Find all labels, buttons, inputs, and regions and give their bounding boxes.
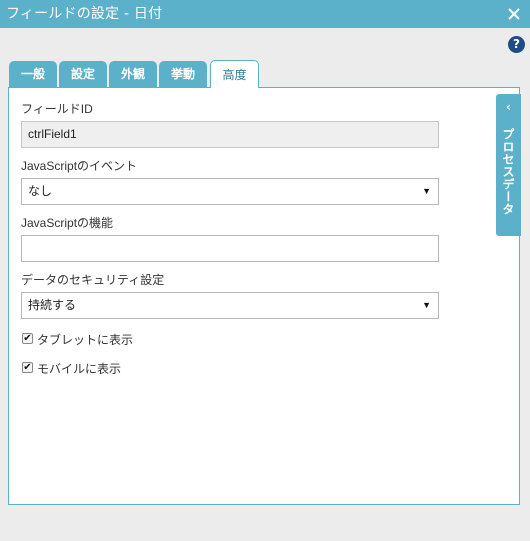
js-event-select[interactable]: なし ▼ xyxy=(21,178,439,205)
tablet-checkbox[interactable]: ✔ xyxy=(22,333,33,344)
tab-behavior[interactable]: 挙動 xyxy=(159,61,207,87)
footer xyxy=(0,515,530,541)
js-event-value: なし xyxy=(28,184,53,198)
security-select[interactable]: 持続する ▼ xyxy=(21,292,439,319)
dropdown-arrow-icon: ▼ xyxy=(422,186,431,196)
field-id-input: ctrlField1 xyxy=(21,121,439,148)
title-bar: フィールドの設定 - 日付 xyxy=(0,0,530,28)
js-function-label: JavaScriptの機能 xyxy=(21,216,114,230)
window-title: フィールドの設定 - 日付 xyxy=(6,6,163,22)
tab-advanced[interactable]: 高度 xyxy=(210,60,259,88)
close-icon[interactable] xyxy=(504,4,524,24)
tab-general[interactable]: 一般 xyxy=(9,61,57,87)
mobile-checkbox[interactable]: ✔ xyxy=(22,362,33,373)
tab-settings[interactable]: 設定 xyxy=(59,61,107,87)
process-data-label: プロセスデータ xyxy=(501,128,515,216)
js-function-input[interactable] xyxy=(21,235,439,262)
field-id-label: フィールドID xyxy=(21,102,93,116)
tablet-label: タブレットに表示 xyxy=(37,333,134,347)
security-label: データのセキュリティ設定 xyxy=(21,273,165,287)
tab-appearance[interactable]: 外観 xyxy=(109,61,157,87)
chevron-left-icon: ‹ xyxy=(506,100,511,114)
help-icon[interactable]: ? xyxy=(508,36,525,53)
advanced-panel: フィールドID ctrlField1 JavaScriptのイベント なし ▼ … xyxy=(8,87,520,505)
dropdown-arrow-icon: ▼ xyxy=(422,300,431,310)
js-event-label: JavaScriptのイベント xyxy=(21,159,138,173)
process-data-sidetab[interactable]: ‹ プロセスデータ xyxy=(496,94,521,236)
security-value: 持続する xyxy=(28,298,77,312)
mobile-label: モバイルに表示 xyxy=(37,362,122,376)
